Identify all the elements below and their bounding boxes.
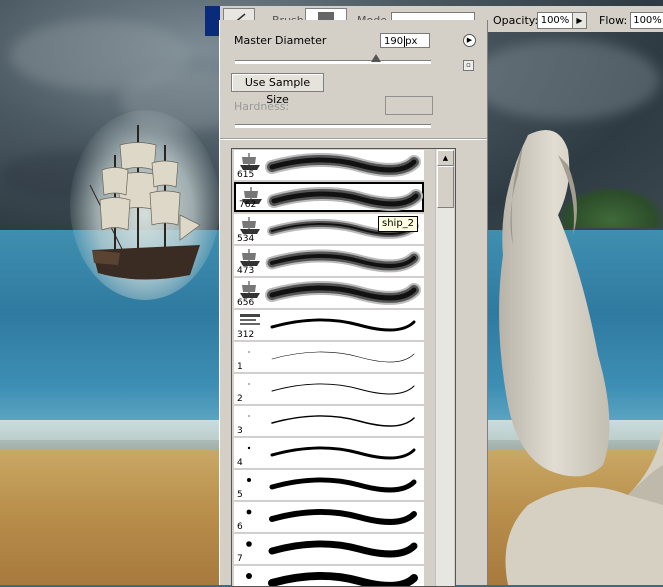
- brush-size-label: 3: [237, 426, 243, 436]
- dot-brush-thumbnail-icon: [246, 573, 252, 579]
- brush-preset-item[interactable]: 312: [234, 310, 424, 341]
- panel-menu-button[interactable]: ▶: [463, 34, 476, 47]
- brush-size-label: 615: [237, 170, 255, 180]
- brush-stroke-preview: [268, 540, 418, 558]
- brush-preset-item[interactable]: 6: [234, 502, 424, 533]
- hardness-label: Hardness:: [234, 100, 290, 113]
- brush-size-label: 312: [237, 330, 255, 340]
- reset-brush-button[interactable]: ▫: [463, 60, 474, 71]
- use-sample-size-button[interactable]: Use Sample Size: [231, 73, 324, 106]
- flow-label: Flow:: [599, 14, 628, 27]
- brush-preset-item[interactable]: [234, 566, 424, 586]
- flow-field[interactable]: 100%: [630, 12, 663, 29]
- active-window-bar: [205, 6, 220, 36]
- master-diameter-value: 190: [384, 36, 404, 47]
- brush-list-scrollbar[interactable]: ▲: [435, 149, 454, 586]
- brush-preset-item[interactable]: 615: [234, 150, 424, 181]
- brush-preset-list[interactable]: 615 762 534 473 656 312 1 2 3 4 5 6 7 ship_2 ▲: [231, 148, 456, 587]
- master-diameter-input[interactable]: 190 px: [380, 33, 430, 48]
- brush-stroke-preview: [270, 446, 416, 460]
- brush-preset-item[interactable]: 4: [234, 438, 424, 469]
- brush-size-label: 473: [237, 266, 255, 276]
- brush-preset-item[interactable]: 5: [234, 470, 424, 501]
- brush-preset-item[interactable]: 2: [234, 374, 424, 405]
- brush-preset-item[interactable]: 7: [234, 534, 424, 565]
- brush-size-label: 2: [237, 394, 243, 404]
- brush-size-label: 6: [237, 522, 243, 532]
- right-arrow-circle-icon: ▶: [466, 36, 473, 44]
- brush-stroke-preview: [265, 249, 421, 273]
- brush-size-label: 7: [237, 554, 243, 564]
- brush-size-label: 534: [237, 234, 255, 244]
- brush-stroke-preview: [271, 351, 415, 363]
- brush-preset-item[interactable]: 3: [234, 406, 424, 437]
- mermaid-statue: [499, 130, 663, 585]
- brush-preset-item[interactable]: 1: [234, 342, 424, 373]
- brush-size-label: 762: [239, 200, 257, 210]
- opacity-slider-button[interactable]: ▶: [572, 12, 587, 29]
- brush-stroke-preview: [268, 572, 418, 586]
- brush-size-label: 656: [237, 298, 255, 308]
- master-diameter-slider[interactable]: [235, 60, 431, 64]
- up-arrow-icon: ▲: [442, 154, 449, 162]
- galleon-ship: [89, 125, 201, 280]
- master-diameter-unit: px: [405, 36, 418, 47]
- brush-stroke-preview: [265, 281, 421, 305]
- master-diameter-label: Master Diameter: [234, 34, 327, 47]
- brush-picker-panel: Master Diameter 190 px ▶ ▫ Use Sample Siz…: [219, 20, 488, 587]
- brush-stroke-preview: [270, 318, 416, 332]
- hardness-slider[interactable]: [235, 124, 431, 128]
- brush-stroke-preview: [267, 187, 423, 211]
- small-square-icon: ▫: [466, 61, 471, 69]
- opacity-field[interactable]: 100%: [537, 12, 573, 29]
- panel-separator: [220, 138, 487, 140]
- brush-stroke-preview: [269, 477, 417, 493]
- brush-size-label: 4: [237, 458, 243, 468]
- brush-size-label: 5: [237, 490, 243, 500]
- scrollbar-thumb[interactable]: [437, 166, 454, 208]
- opacity-label: Opacity:: [493, 14, 539, 27]
- brush-stroke-preview: [269, 509, 417, 525]
- brush-stroke-preview: [271, 415, 415, 427]
- brush-tooltip: ship_2: [378, 216, 419, 232]
- scroll-up-button[interactable]: ▲: [437, 150, 454, 166]
- master-diameter-slider-thumb[interactable]: [371, 54, 382, 62]
- brush-preset-item[interactable]: 762: [234, 182, 424, 212]
- cloud: [470, 40, 660, 120]
- brush-preset-item[interactable]: 473: [234, 246, 424, 277]
- hardness-input[interactable]: [385, 96, 433, 115]
- brush-preset-item[interactable]: 656: [234, 278, 424, 309]
- brush-size-label: 1: [237, 362, 243, 372]
- brush-stroke-preview: [265, 153, 421, 177]
- brush-stroke-preview: [271, 383, 415, 395]
